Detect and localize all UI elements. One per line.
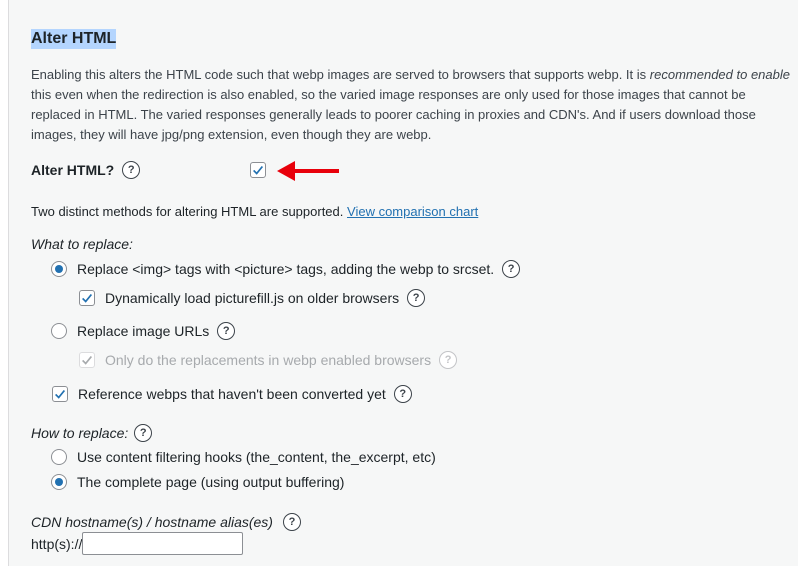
only-webp-browsers-option: Only do the replacements in webp enabled… xyxy=(79,351,458,369)
replace-img-tags-radio[interactable] xyxy=(51,261,67,277)
replace-img-tags-option: Replace <img> tags with <picture> tags, … xyxy=(51,260,521,278)
check-icon xyxy=(253,165,264,175)
red-arrow-icon xyxy=(277,161,339,181)
reference-unconverted-checkbox[interactable] xyxy=(52,386,68,402)
help-icon[interactable]: ? xyxy=(134,424,153,442)
section-description: Enabling this alters the HTML code such … xyxy=(31,67,790,142)
picturefill-option: Dynamically load picturefill.js on older… xyxy=(79,289,426,307)
section-title: Alter HTML xyxy=(31,29,117,49)
how-to-replace-row: How to replace: ? xyxy=(31,424,153,442)
content-filtering-option: Use content filtering hooks (the_content… xyxy=(51,449,444,465)
help-icon[interactable]: ? xyxy=(439,351,458,369)
cdn-label: CDN hostname(s) / hostname alias(es) xyxy=(31,514,273,530)
help-icon[interactable]: ? xyxy=(122,161,141,179)
complete-page-radio[interactable] xyxy=(51,474,67,490)
complete-page-option: The complete page (using output bufferin… xyxy=(51,474,352,490)
alter-html-checkbox-wrap xyxy=(250,162,266,178)
replace-img-tags-label: Replace <img> tags with <picture> tags, … xyxy=(77,261,495,277)
replace-image-urls-radio[interactable] xyxy=(51,323,67,339)
cdn-prefix: http(s):// xyxy=(31,535,83,552)
replace-image-urls-option: Replace image URLs ? xyxy=(51,322,236,340)
complete-page-label: The complete page (using output bufferin… xyxy=(77,474,345,490)
reference-unconverted-option: Reference webps that haven't been conver… xyxy=(52,385,412,403)
only-webp-browsers-label: Only do the replacements in webp enabled… xyxy=(105,352,432,368)
content-filtering-radio[interactable] xyxy=(51,449,67,465)
alter-html-checkbox[interactable] xyxy=(250,162,266,178)
cdn-hostname-input[interactable] xyxy=(82,532,244,555)
picturefill-label: Dynamically load picturefill.js on older… xyxy=(105,290,400,306)
help-icon[interactable]: ? xyxy=(407,289,426,307)
what-to-replace-label: What to replace: xyxy=(31,236,133,252)
reference-unconverted-label: Reference webps that haven't been conver… xyxy=(78,386,386,402)
cdn-row: CDN hostname(s) / hostname alias(es) ? xyxy=(31,513,301,531)
help-icon[interactable]: ? xyxy=(502,260,521,278)
help-icon[interactable]: ? xyxy=(282,513,301,531)
content-filtering-label: Use content filtering hooks (the_content… xyxy=(77,449,436,465)
methods-row: Two distinct methods for altering HTML a… xyxy=(31,204,478,219)
replace-image-urls-label: Replace image URLs xyxy=(77,323,210,339)
check-icon xyxy=(82,355,93,365)
help-icon[interactable]: ? xyxy=(393,385,412,403)
check-icon xyxy=(82,293,93,303)
alter-html-label: Alter HTML? xyxy=(31,162,115,178)
only-webp-browsers-checkbox[interactable] xyxy=(79,352,95,368)
how-to-replace-label: How to replace: xyxy=(31,425,129,441)
cdn-input-row: http(s):// xyxy=(31,532,244,555)
alter-html-row: Alter HTML? ? xyxy=(31,161,141,179)
view-comparison-chart-link[interactable]: View comparison chart xyxy=(347,204,478,219)
picturefill-checkbox[interactable] xyxy=(79,290,95,306)
check-icon xyxy=(55,389,66,399)
help-icon[interactable]: ? xyxy=(217,322,236,340)
methods-text: Two distinct methods for altering HTML a… xyxy=(31,204,344,219)
settings-panel: Alter HTML Enabling this alters the HTML… xyxy=(8,0,798,566)
